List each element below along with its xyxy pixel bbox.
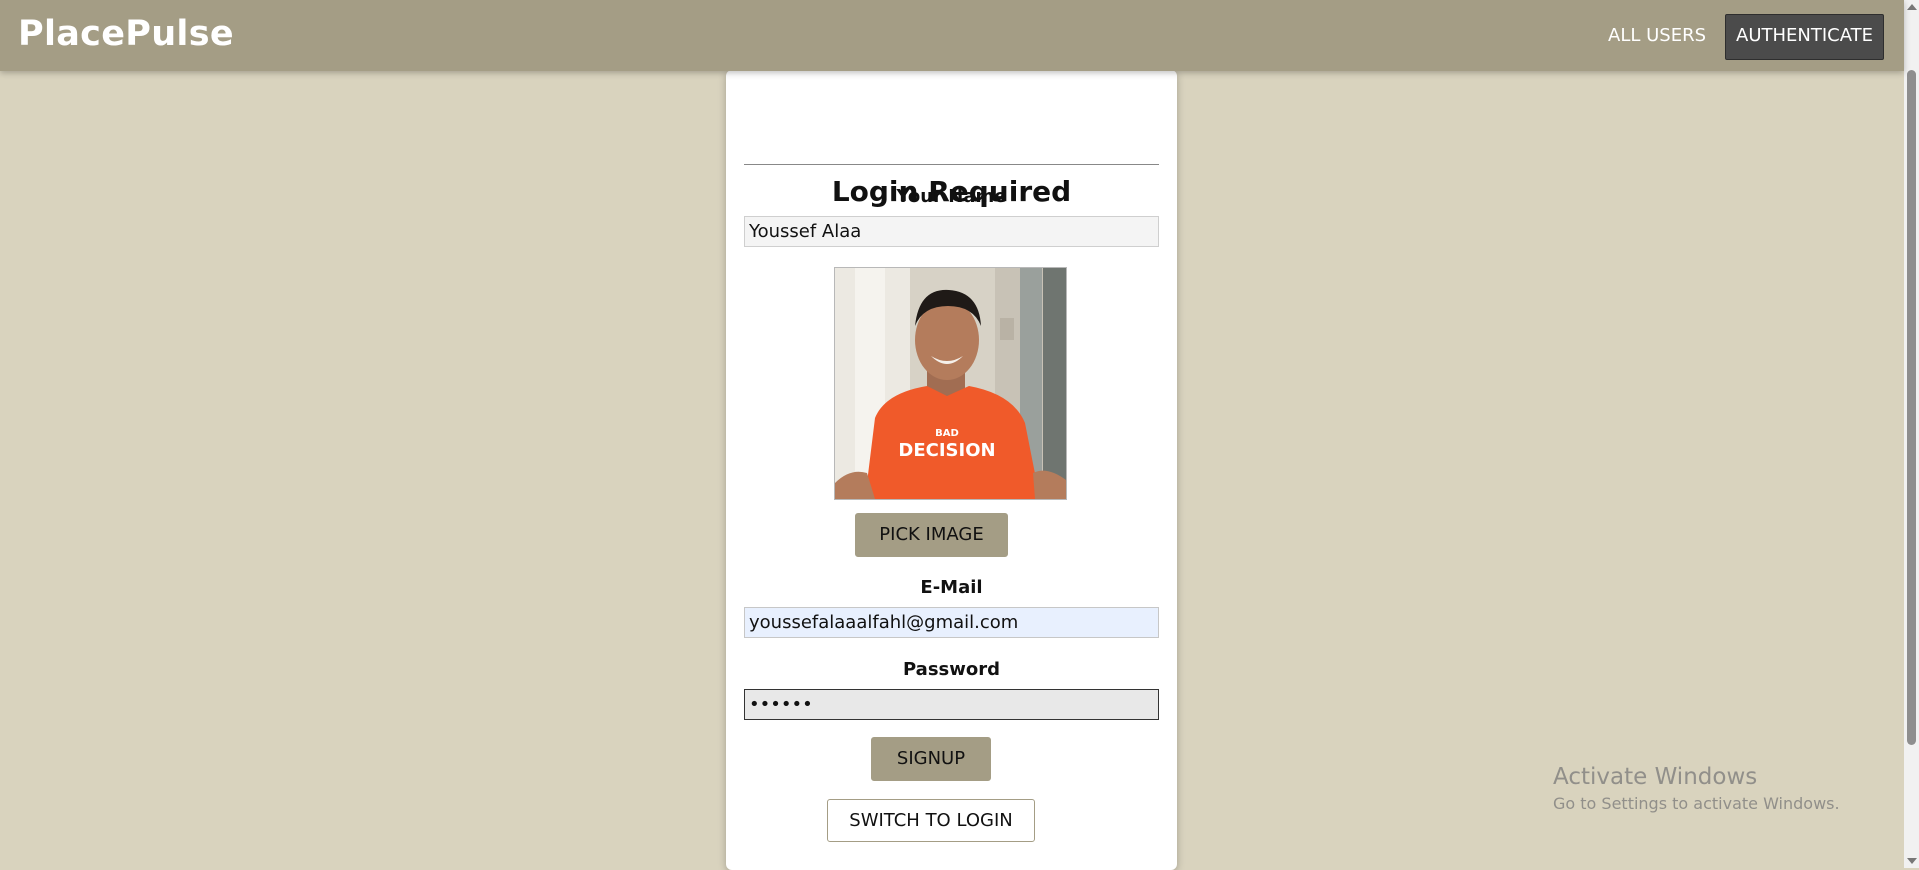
scroll-down-arrow-icon[interactable] (1907, 858, 1917, 864)
nav-authenticate[interactable]: AUTHENTICATE (1725, 14, 1885, 60)
signup-button[interactable]: SIGNUP (871, 737, 991, 781)
title-divider (744, 164, 1159, 165)
brand-logo[interactable]: PlacePulse (18, 14, 234, 54)
scroll-thumb[interactable] (1907, 70, 1916, 745)
scroll-up-arrow-icon[interactable] (1907, 4, 1917, 10)
watermark-subtitle: Go to Settings to activate Windows. (1553, 794, 1840, 813)
svg-text:DECISION: DECISION (898, 440, 995, 461)
name-field[interactable] (744, 216, 1159, 247)
app-header: PlacePulse ALL USERS AUTHENTICATE (0, 0, 1904, 71)
email-label: E-Mail (920, 577, 983, 598)
pick-image-button[interactable]: PICK IMAGE (855, 513, 1008, 557)
svg-text:BAD: BAD (935, 428, 959, 439)
profile-photo: DECISION BAD (835, 268, 1066, 499)
switch-to-login-button[interactable]: SWITCH TO LOGIN (827, 799, 1035, 842)
password-field[interactable] (744, 689, 1159, 720)
watermark-title: Activate Windows (1553, 764, 1758, 790)
password-label: Password (902, 659, 1001, 680)
windows-activation-watermark: Activate Windows Go to Settings to activ… (1553, 764, 1840, 813)
avatar-preview: DECISION BAD (834, 267, 1067, 500)
email-field[interactable] (744, 607, 1159, 638)
page-scrollbar[interactable] (1904, 0, 1919, 868)
nav-all-users[interactable]: ALL USERS (1608, 14, 1706, 58)
name-label: Your Name (896, 186, 1007, 207)
